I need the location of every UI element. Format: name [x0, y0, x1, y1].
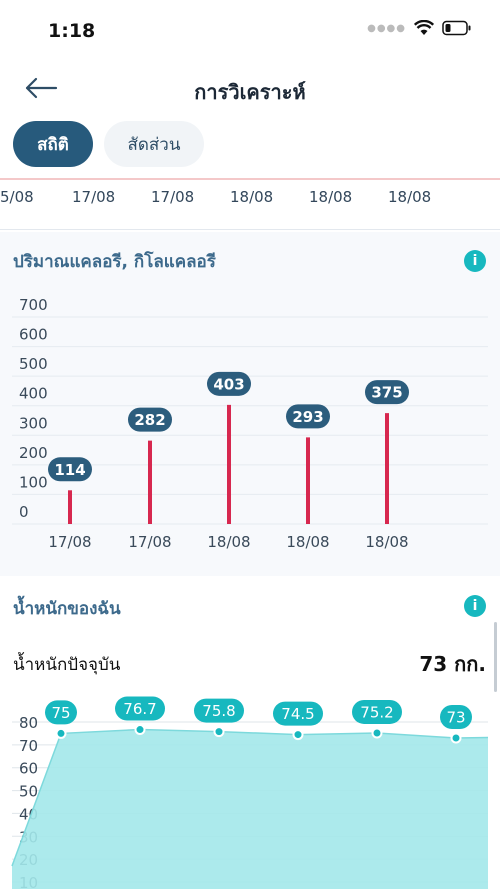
date-strip-item: 5/08 [0, 188, 34, 206]
current-weight-value: 73 กก. [419, 652, 486, 676]
bar-value-label: 114 [54, 461, 85, 479]
status-time: 1:18 [48, 20, 96, 42]
weight-point [55, 727, 67, 739]
weight-point [213, 726, 225, 738]
weight-value-label: 75 [51, 704, 70, 722]
wifi-icon [414, 20, 434, 35]
date-strip[interactable]: 5/08 17/08 17/08 18/08 18/08 18/08 [0, 178, 500, 230]
calorie-card: ปริมาณแคลอรี, กิโลแคลอรี i 700 600 500 400 3… [0, 232, 500, 576]
x-tick-label: 18/08 [365, 533, 408, 551]
weight-point [134, 724, 146, 736]
weight-point [450, 732, 462, 744]
tab-proportion[interactable]: สัดส่วน [104, 121, 204, 167]
y-tick-label: 600 [19, 326, 48, 344]
x-tick-label: 17/08 [128, 533, 171, 551]
weight-value-label: 76.7 [123, 700, 156, 718]
y-tick-label: 60 [19, 760, 38, 778]
x-tick-label: 18/08 [207, 533, 250, 551]
weight-card-title: น้ำหนักของฉัน [13, 599, 121, 619]
y-tick-label: 200 [19, 444, 48, 462]
y-tick-label: 300 [19, 414, 48, 432]
weight-chart: 80706050403020107576.775.874.575.273 [11, 696, 489, 889]
signal-icon: ●●●● [367, 22, 406, 34]
y-tick-label: 0 [19, 503, 29, 521]
y-tick-label: 100 [19, 473, 48, 491]
weight-point [292, 729, 304, 741]
scrollbar[interactable] [494, 622, 497, 692]
date-strip-item: 17/08 [72, 188, 116, 206]
y-tick-label: 70 [19, 737, 38, 755]
y-tick-label: 80 [19, 714, 38, 732]
date-strip-item: 18/08 [309, 188, 353, 206]
y-tick-label: 400 [19, 385, 48, 403]
weight-point [371, 727, 383, 739]
bar-value-label: 293 [292, 408, 323, 426]
bar-value-label: 282 [134, 411, 165, 429]
current-weight-row: น้ำหนักปัจจุบัน 73 กก. [13, 648, 486, 680]
page-title: การวิเคราะห์ [194, 80, 306, 104]
date-strip-item: 18/08 [388, 188, 432, 206]
bar-value-label: 403 [213, 375, 244, 393]
date-strip-item: 17/08 [151, 188, 195, 206]
weight-value-label: 75.2 [360, 703, 393, 721]
battery-icon [442, 20, 471, 36]
weight-area [12, 729, 488, 889]
status-icons: ●●●● [367, 20, 472, 36]
tab-bar: สถิติ สัดส่วน [13, 121, 204, 167]
calorie-chart: 700 600 500 400 300 200 100 0 114 17/08 282 17/08 40… [12, 296, 488, 551]
x-tick-label: 17/08 [48, 533, 91, 551]
x-tick-label: 18/08 [286, 533, 329, 551]
weight-value-label: 75.8 [202, 702, 235, 720]
tab-statistics[interactable]: สถิติ [13, 121, 93, 167]
status-bar: 1:18 ●●●● [0, 0, 500, 62]
bar-value-label: 375 [371, 384, 402, 402]
date-strip-item: 18/08 [230, 188, 274, 206]
y-tick-label: 700 [19, 296, 48, 314]
weight-value-label: 74.5 [281, 705, 314, 723]
y-tick-label: 500 [19, 355, 48, 373]
header: การวิเคราะห์ [0, 62, 500, 114]
current-weight-label: น้ำหนักปัจจุบัน [13, 654, 121, 675]
weight-value-label: 73 [446, 709, 465, 727]
y-tick-label: 50 [19, 783, 38, 801]
info-icon[interactable]: i [464, 595, 486, 617]
